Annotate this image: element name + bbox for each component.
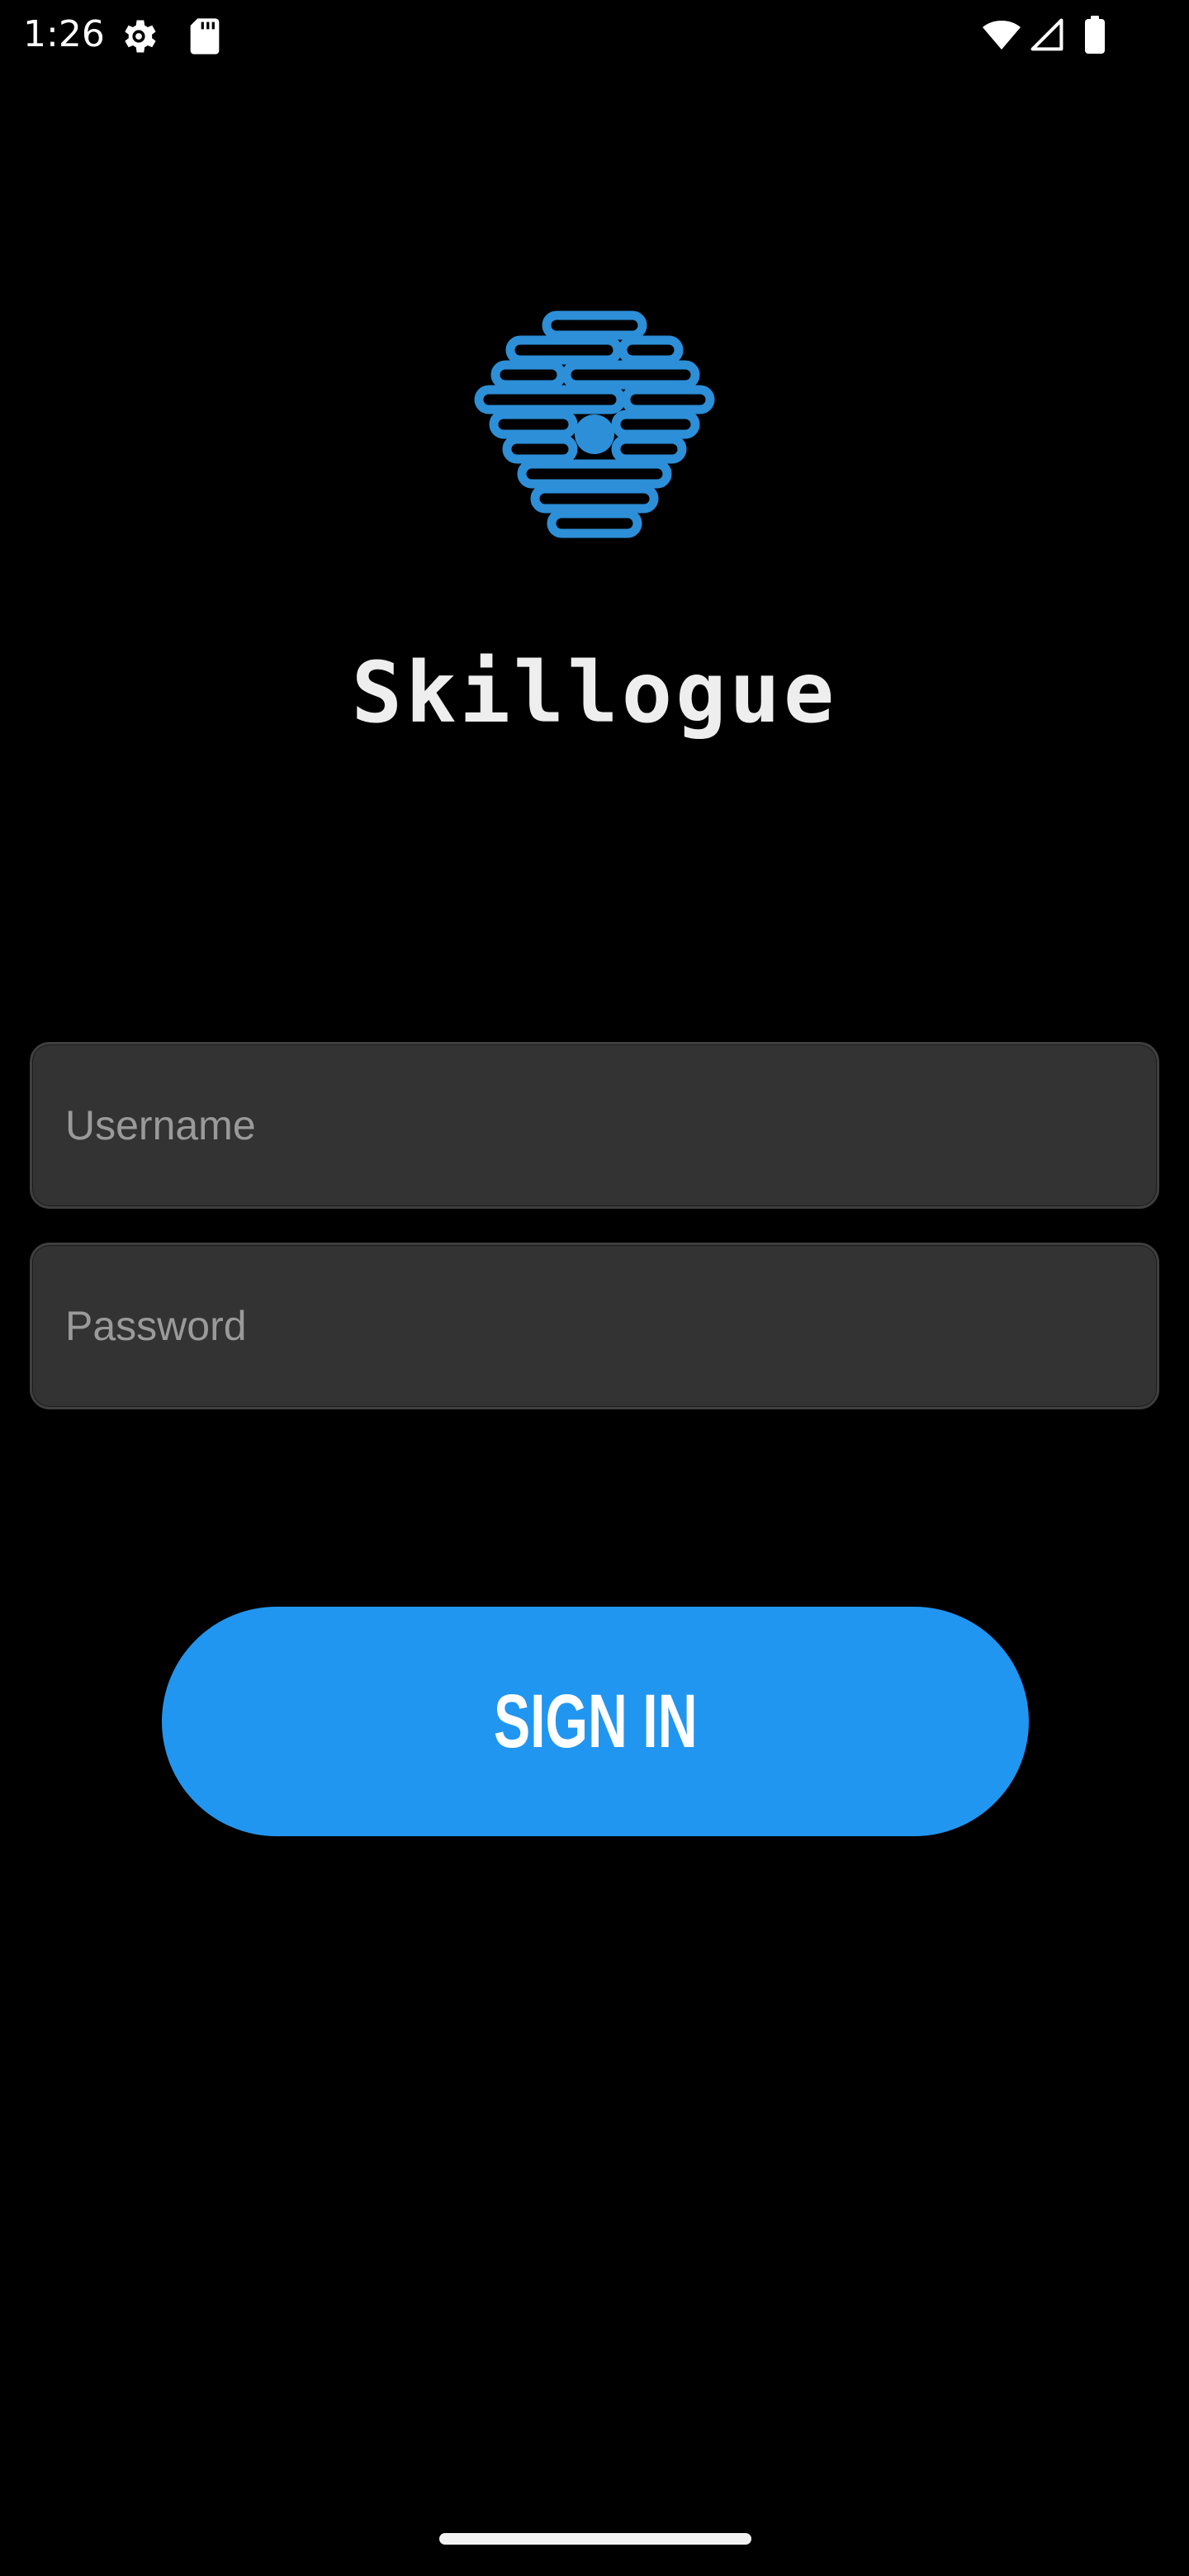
app-name: Skillogue — [351, 644, 838, 742]
hive-brain-logo-icon — [474, 310, 715, 538]
password-field[interactable] — [30, 1243, 1159, 1409]
wifi-icon — [983, 21, 1021, 50]
status-bar: 1:26 — [0, 0, 1189, 69]
battery-icon — [1085, 16, 1105, 54]
home-indicator[interactable] — [439, 2533, 751, 2545]
username-input[interactable] — [32, 1044, 1157, 1206]
cellular-signal-icon — [1030, 18, 1063, 51]
status-time: 1:26 — [23, 13, 105, 55]
password-input[interactable] — [32, 1245, 1157, 1407]
sign-in-label: SIGN IN — [493, 1679, 698, 1764]
username-field[interactable] — [30, 1042, 1159, 1209]
settings-icon — [125, 20, 156, 53]
sign-in-button[interactable]: SIGN IN — [162, 1607, 1029, 1836]
sd-card-icon — [190, 18, 220, 54]
